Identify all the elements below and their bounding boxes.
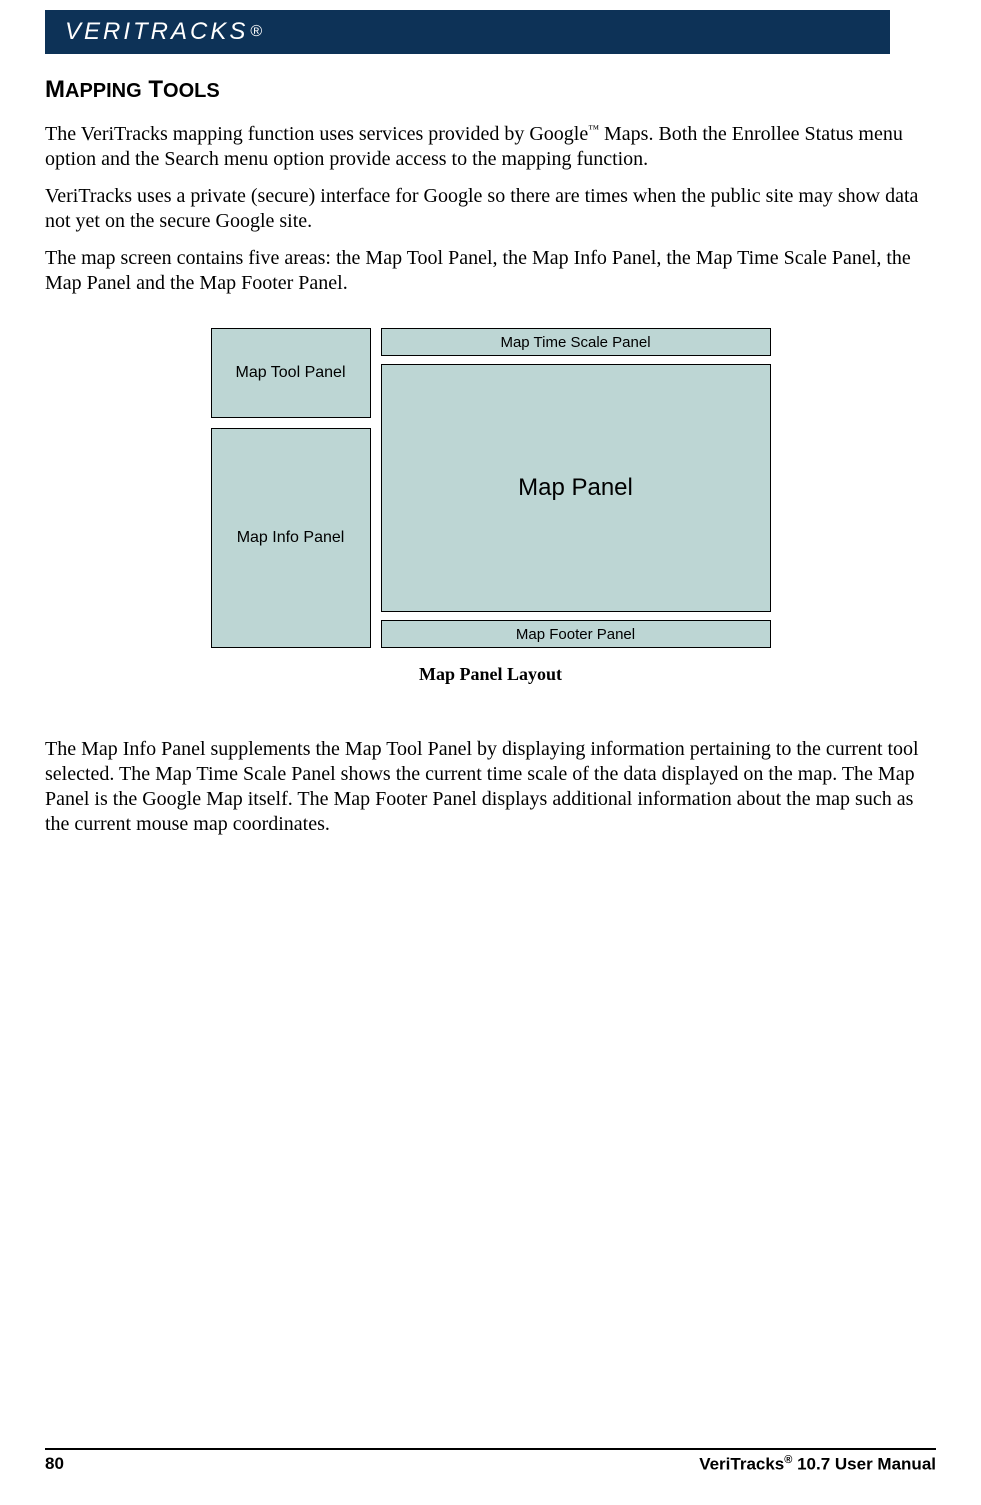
trademark-symbol: ™: [588, 123, 599, 135]
map-tool-panel-box: Map Tool Panel: [211, 328, 371, 418]
document-header-banner: VERITRACKS®: [45, 10, 890, 54]
paragraph-1: The VeriTracks mapping function uses ser…: [45, 122, 936, 172]
page-number: 80: [45, 1454, 64, 1475]
map-panel-box: Map Panel: [381, 364, 771, 612]
map-info-panel-box: Map Info Panel: [211, 428, 371, 648]
diagram-right-column: Map Time Scale Panel Map Panel Map Foote…: [381, 328, 771, 648]
heading-word1-first: M: [45, 76, 65, 103]
footer-product-label: VeriTracks® 10.7 User Manual: [699, 1454, 936, 1475]
section-heading: Mapping Tools: [45, 76, 936, 104]
diagram-left-column: Map Tool Panel Map Info Panel: [211, 328, 371, 648]
diagram-grid: Map Tool Panel Map Info Panel Map Time S…: [211, 328, 771, 648]
footer-version: 10.7 User Manual: [792, 1455, 936, 1474]
paragraph-3: The map screen contains five areas: the …: [45, 246, 936, 296]
paragraph-2: VeriTracks uses a private (secure) inter…: [45, 184, 936, 234]
brand-name: VERITRACKS: [65, 18, 248, 46]
map-layout-diagram: Map Tool Panel Map Info Panel Map Time S…: [211, 328, 771, 685]
paragraph-4: The Map Info Panel supplements the Map T…: [45, 737, 936, 837]
map-footer-panel-box: Map Footer Panel: [381, 620, 771, 648]
heading-word2-first: T: [148, 76, 163, 103]
registered-symbol: ®: [250, 23, 265, 41]
footer-product-name: VeriTracks: [699, 1455, 784, 1474]
p1-part-a: The VeriTracks mapping function uses ser…: [45, 123, 588, 145]
diagram-caption: Map Panel Layout: [211, 664, 771, 685]
heading-word2-rest: ools: [163, 80, 220, 102]
page-footer: 80 VeriTracks® 10.7 User Manual: [45, 1448, 936, 1475]
heading-word1-rest: apping: [65, 80, 142, 102]
map-time-scale-panel-box: Map Time Scale Panel: [381, 328, 771, 356]
